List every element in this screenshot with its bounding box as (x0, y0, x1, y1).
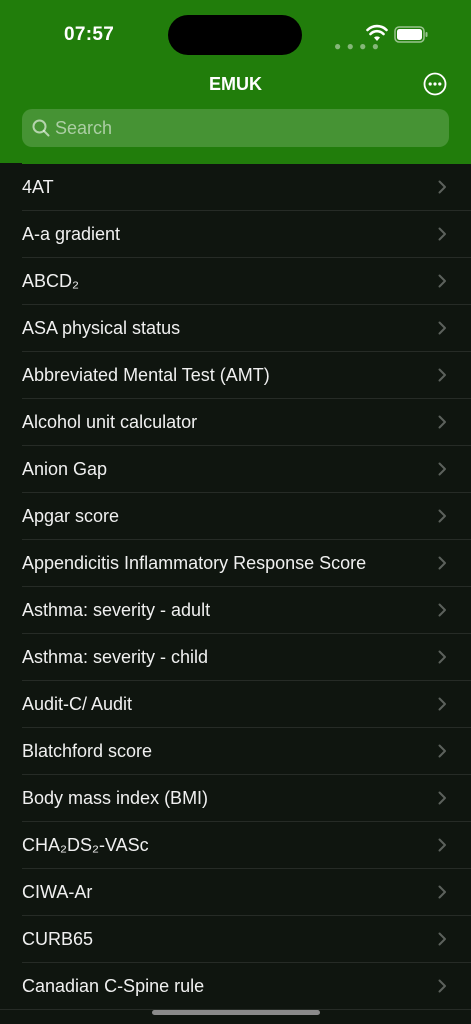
list-item-label: Abbreviated Mental Test (AMT) (22, 365, 270, 385)
list-item[interactable]: Asthma: severity - child (0, 633, 471, 681)
list-item-label: A-a gradient (22, 224, 121, 244)
status-time: 07:57 (64, 24, 115, 45)
chevron-right-icon (438, 744, 446, 758)
list-item-label: CHA₂DS₂-VASc (22, 835, 149, 855)
list-item[interactable]: Asthma: severity - adult (0, 586, 471, 634)
list-item[interactable]: Canadian C-Spine rule (0, 962, 471, 1010)
chevron-right-icon (438, 885, 446, 899)
list-item-label: Asthma: severity - child (22, 647, 209, 667)
battery-icon (394, 26, 428, 43)
calculator-list: 4AT A-a gradient ABCD₂ ASA physical stat… (0, 163, 471, 1010)
chevron-right-icon (438, 932, 446, 946)
chevron-right-icon (438, 321, 446, 335)
search-bar[interactable] (22, 109, 449, 147)
chevron-right-icon (438, 791, 446, 805)
chevron-right-icon (438, 274, 446, 288)
list-item[interactable]: Abbreviated Mental Test (AMT) (0, 351, 471, 399)
list-item-label: Appendicitis Inflammatory Response Score (22, 553, 367, 573)
list-item[interactable]: 4AT (0, 163, 471, 211)
list-item-label: Alcohol unit calculator (22, 412, 198, 432)
list-item-label: ABCD₂ (22, 271, 79, 291)
home-indicator[interactable] (152, 1010, 320, 1015)
list-item-label: Apgar score (22, 506, 120, 526)
list-item[interactable]: A-a gradient (0, 210, 471, 258)
list-item[interactable]: ASA physical status (0, 304, 471, 352)
list-item[interactable]: CURB65 (0, 915, 471, 963)
search-input[interactable] (55, 109, 435, 147)
navigation-header: 07:57 ● ● ● ● EMUK (0, 0, 471, 164)
list-item[interactable]: Body mass index (BMI) (0, 774, 471, 822)
list-item[interactable]: Appendicitis Inflammatory Response Score (0, 539, 471, 587)
chevron-right-icon (438, 509, 446, 523)
list-item[interactable]: ABCD₂ (0, 257, 471, 305)
page-title: EMUK (209, 74, 262, 94)
list-item-label: CURB65 (22, 929, 94, 949)
list-item[interactable]: Apgar score (0, 492, 471, 540)
chevron-right-icon (438, 368, 446, 382)
chevron-right-icon (438, 180, 446, 194)
chevron-right-icon (438, 415, 446, 429)
status-icons: ● ● ● ● (334, 24, 434, 52)
chevron-right-icon (438, 462, 446, 476)
list-item[interactable]: CIWA-Ar (0, 868, 471, 916)
chevron-right-icon (438, 697, 446, 711)
list-item[interactable]: Alcohol unit calculator (0, 398, 471, 446)
chevron-right-icon (438, 603, 446, 617)
list-item[interactable]: Blatchford score (0, 727, 471, 775)
wifi-icon (366, 24, 388, 41)
list-item-label: Anion Gap (22, 459, 108, 479)
list-item[interactable]: Audit-C/ Audit (0, 680, 471, 728)
list-item-label: Blatchford score (22, 741, 153, 761)
dynamic-island (168, 15, 302, 55)
list-item[interactable]: Anion Gap (0, 445, 471, 493)
chevron-right-icon (438, 650, 446, 664)
more-options-icon[interactable] (423, 72, 447, 96)
search-icon (32, 119, 50, 137)
chevron-right-icon (438, 227, 446, 241)
chevron-right-icon (438, 979, 446, 993)
list-item-label: Asthma: severity - adult (22, 600, 211, 620)
list-item[interactable]: CHA₂DS₂-VASc (0, 821, 471, 869)
list-item-label: 4AT (22, 177, 54, 197)
list-item-label: CIWA-Ar (22, 882, 93, 902)
list-item-label: Body mass index (BMI) (22, 788, 209, 808)
list-item-label: ASA physical status (22, 318, 181, 338)
list-item-label: Audit-C/ Audit (22, 694, 133, 714)
chevron-right-icon (438, 556, 446, 570)
chevron-right-icon (438, 838, 446, 852)
list-item-label: Canadian C-Spine rule (22, 976, 205, 996)
